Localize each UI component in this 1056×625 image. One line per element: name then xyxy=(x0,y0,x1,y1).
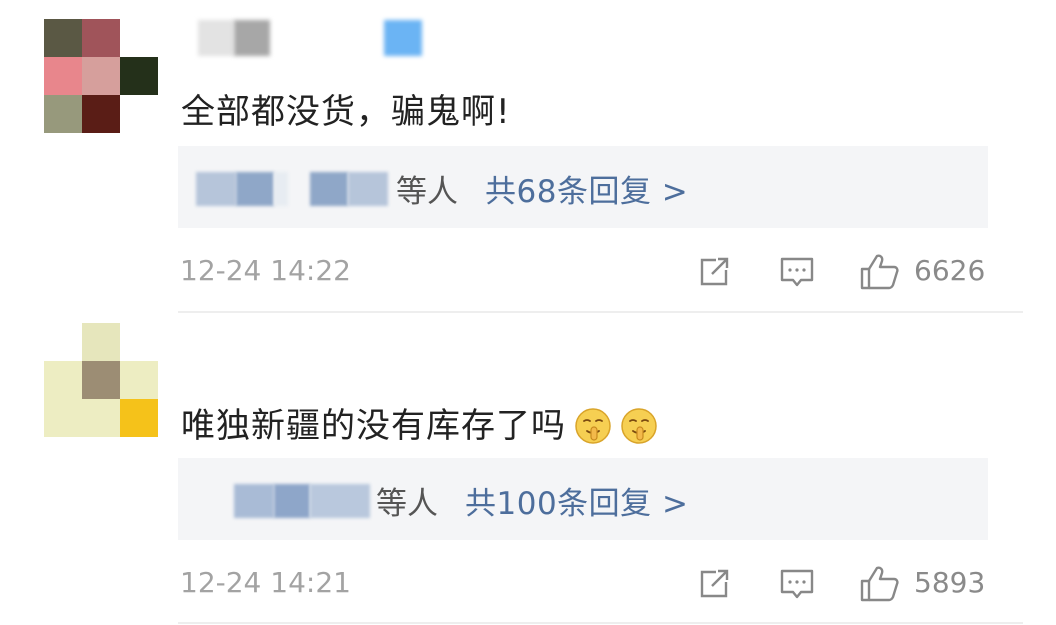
thumbs-up-icon xyxy=(860,254,899,290)
reply-button[interactable] xyxy=(777,564,817,604)
like-button[interactable]: 6626 xyxy=(858,252,998,292)
avatar[interactable] xyxy=(44,19,158,133)
reply-others-label: 等人 xyxy=(396,174,458,210)
comment-text: 唯独新疆的没有库存了吗 xyxy=(181,398,658,447)
comment-icon xyxy=(780,569,814,599)
like-count: 5893 xyxy=(914,566,986,599)
reply-count-link[interactable]: 共100条回复 > xyxy=(465,478,689,523)
like-count: 6626 xyxy=(914,254,986,287)
comment-timestamp: 12-24 14:22 xyxy=(180,254,351,287)
comment-text: 全部都没货，骗鬼啊! xyxy=(181,92,511,132)
divider xyxy=(178,622,1023,624)
shush-face-emoji xyxy=(575,408,611,444)
reply-summary[interactable]: 等人 共68条回复 > xyxy=(178,146,988,228)
comment-feed: 全部都没货，骗鬼啊! 等人 共68条回复 > 12-24 14:22 6626 … xyxy=(0,0,1056,625)
comment-text-content: 唯独新疆的没有库存了吗 xyxy=(181,406,566,446)
reply-summary[interactable]: 等人 共100条回复 > xyxy=(178,458,988,540)
share-icon xyxy=(700,569,729,598)
reply-button[interactable] xyxy=(777,252,817,292)
comment-item: 全部都没货，骗鬼啊! 等人 共68条回复 > 12-24 14:22 6626 xyxy=(0,0,1056,313)
thumbs-up-icon xyxy=(860,566,899,602)
avatar[interactable] xyxy=(44,323,158,437)
shush-face-emoji xyxy=(621,408,657,444)
share-button[interactable] xyxy=(694,564,734,604)
comment-timestamp: 12-24 14:21 xyxy=(180,566,351,599)
comment-icon xyxy=(780,257,814,287)
reply-others-label: 等人 xyxy=(376,486,438,522)
comment-item: 唯独新疆的没有库存了吗 等人 共100条回复 > 12-24 14:21 589… xyxy=(0,313,1056,625)
reply-count-link[interactable]: 共68条回复 > xyxy=(485,166,688,211)
like-button[interactable]: 5893 xyxy=(858,564,998,604)
share-icon xyxy=(700,257,729,286)
share-button[interactable] xyxy=(694,252,734,292)
